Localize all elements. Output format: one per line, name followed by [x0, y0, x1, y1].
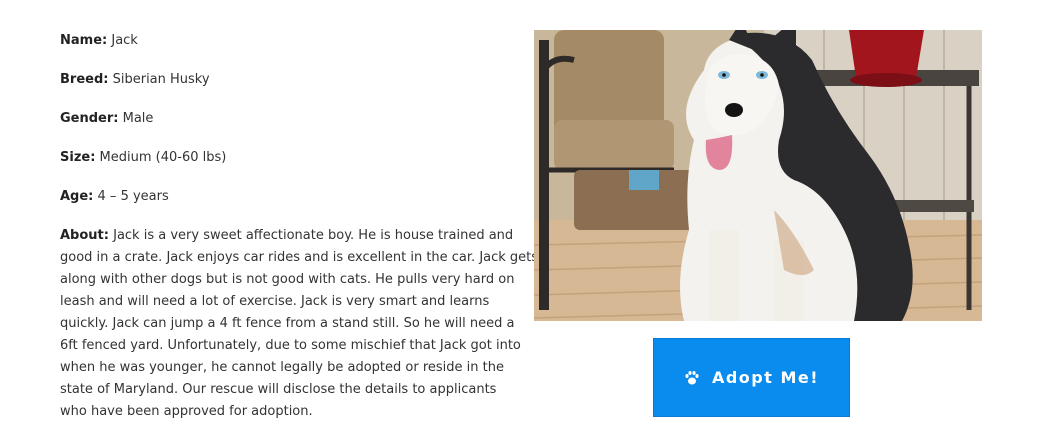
about-line-5: quickly. Jack can jump a 4 ft fence from…: [60, 316, 515, 331]
about-line-3: along with other dogs but is not good wi…: [60, 272, 515, 287]
about-line-4: leash and will need a lot of exercise. J…: [60, 294, 490, 309]
gender-label: Gender:: [60, 111, 119, 126]
husky-dog-photo: [534, 30, 982, 321]
about-line-1: About: Jack is a very sweet affectionate…: [60, 225, 514, 247]
about-text-1: Jack is a very sweet affectionate boy. H…: [113, 228, 514, 243]
pet-details: Name: Jack Breed: Siberian Husky Gender:…: [60, 30, 539, 423]
age-label: Age:: [60, 189, 94, 204]
breed-value: Siberian Husky: [112, 72, 210, 87]
about-section: About: Jack is a very sweet affectionate…: [60, 225, 539, 423]
about-line-6: 6ft fenced yard. Unfortunately, due to s…: [60, 338, 521, 353]
about-line-8: state of Maryland. Our rescue will discl…: [60, 382, 497, 397]
breed-label: Breed:: [60, 72, 109, 87]
adopt-me-label: Adopt Me!: [711, 368, 820, 387]
about-line-7: when he was younger, he cannot legally b…: [60, 360, 504, 375]
about-label: About:: [60, 228, 109, 243]
breed-row: Breed: Siberian Husky: [60, 69, 510, 91]
paw-icon: [684, 370, 700, 386]
gender-value: Male: [122, 111, 154, 126]
about-line-9: who have been approved for adoption.: [60, 404, 313, 419]
adopt-me-button[interactable]: Adopt Me!: [653, 338, 850, 417]
name-value: Jack: [111, 33, 138, 48]
age-row: Age: 4 – 5 years: [60, 186, 510, 208]
about-line-2: good in a crate. Jack enjoys car rides a…: [60, 250, 539, 265]
gender-row: Gender: Male: [60, 108, 510, 130]
size-value: Medium (40-60 lbs): [99, 150, 227, 165]
size-row: Size: Medium (40-60 lbs): [60, 147, 510, 169]
size-label: Size:: [60, 150, 96, 165]
name-label: Name:: [60, 33, 108, 48]
name-row: Name: Jack: [60, 30, 510, 52]
age-value: 4 – 5 years: [97, 189, 169, 204]
